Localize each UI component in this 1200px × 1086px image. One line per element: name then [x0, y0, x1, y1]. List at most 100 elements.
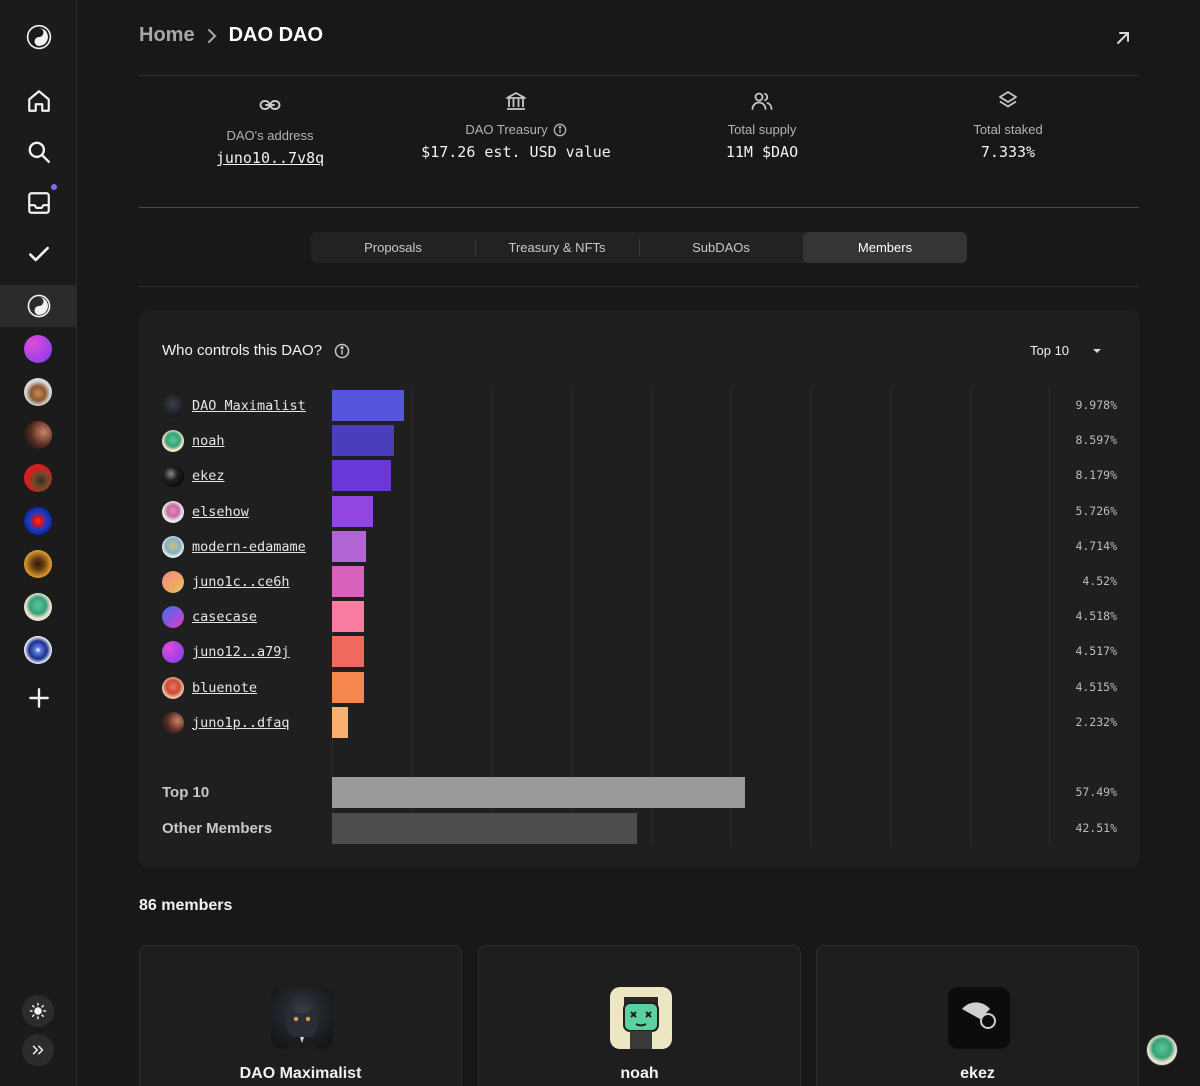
home-icon[interactable] [0, 80, 77, 122]
treasury-label: DAO Treasury [465, 122, 548, 137]
member-name-link[interactable]: elsehow [192, 504, 249, 520]
chart-percent-label: 4.517% [1075, 644, 1117, 659]
member-card[interactable]: ekez [816, 945, 1139, 1086]
chevron-right-icon [205, 27, 219, 45]
chart-member-row[interactable]: casecase [162, 606, 257, 629]
chart-member-row[interactable]: DAO Maximalist [162, 395, 306, 417]
dao-avatar-planet[interactable] [24, 421, 52, 449]
chart-bar [332, 530, 366, 562]
chart-percent-label: 4.52% [1082, 574, 1117, 588]
yin-yang-logo-icon[interactable] [0, 16, 77, 58]
member-name-link[interactable]: ekez [192, 468, 225, 484]
chart-member-row[interactable]: modern-edamame [162, 535, 306, 558]
staked-value: 7.333% [980, 143, 1036, 161]
chart-member-row[interactable]: noah [162, 430, 225, 453]
chart-member-row[interactable]: elsehow [162, 500, 249, 523]
dao-dao-nav-icon[interactable] [0, 285, 77, 327]
stat-label: Total staked [973, 122, 1043, 137]
dao-avatar-dog[interactable] [24, 378, 52, 406]
dao-avatar-blue-fish[interactable] [24, 507, 52, 535]
inbox-icon[interactable] [0, 182, 77, 224]
member-avatar-cat [271, 987, 333, 1049]
dao-avatar-compass[interactable] [24, 636, 52, 664]
member-name-link[interactable]: DAO Maximalist [192, 398, 306, 414]
divider [139, 75, 1139, 76]
tab-members[interactable]: Members [803, 232, 967, 263]
sidebar [0, 0, 77, 1086]
plus-icon[interactable] [0, 677, 77, 719]
bank-icon [393, 88, 639, 114]
card-title: Who controls this DAO? [162, 342, 350, 359]
chart-member-row[interactable]: ekez [162, 465, 225, 488]
sun-icon[interactable] [22, 995, 54, 1027]
member-card[interactable]: noah [478, 945, 801, 1086]
chart-percent-label: 4.515% [1075, 679, 1117, 694]
divider [139, 207, 1139, 208]
member-name-link[interactable]: juno1p..dfaq [192, 715, 290, 731]
chart-bar [332, 460, 391, 492]
link-icon [147, 92, 393, 118]
chart-percent-label: 4.518% [1075, 609, 1117, 624]
member-avatar [162, 571, 184, 593]
chart-percent-label: 9.978% [1075, 398, 1117, 412]
chart-bar [332, 671, 365, 703]
summary-bar [332, 812, 638, 844]
grid-line [970, 388, 971, 845]
chart-member-row[interactable]: juno1c..ce6h [162, 571, 290, 593]
chart-member-row[interactable]: juno1p..dfaq [162, 711, 290, 734]
info-icon[interactable] [553, 123, 567, 137]
chart-bar [332, 390, 404, 421]
external-link-icon[interactable] [1112, 27, 1134, 49]
grid-line [810, 388, 811, 845]
summary-label: Top 10 [162, 784, 210, 801]
chart-bar [332, 706, 349, 738]
member-avatar-noah [610, 987, 672, 1049]
tab-subdaos[interactable]: SubDAOs [639, 232, 803, 263]
dao-address-link[interactable]: juno10..7v8q [147, 149, 393, 167]
member-name-link[interactable]: juno12..a79j [192, 644, 290, 660]
layers-icon [885, 88, 1131, 114]
chart-member-row[interactable]: juno12..a79j [162, 641, 290, 664]
grid-line [890, 388, 891, 845]
dao-avatar-gold[interactable] [24, 550, 52, 578]
breadcrumb-current: DAO DAO [228, 24, 324, 46]
summary-bar [332, 777, 745, 808]
top-n-dropdown[interactable]: Top 10 [1030, 343, 1103, 358]
chart-percent-label: 8.179% [1075, 468, 1117, 483]
member-avatar [162, 606, 184, 629]
dao-avatar-purple[interactable] [24, 335, 52, 363]
member-card[interactable]: DAO Maximalist [139, 945, 462, 1086]
member-name-link[interactable]: juno1c..ce6h [192, 574, 290, 590]
breadcrumb-home[interactable]: Home [139, 24, 195, 47]
search-icon[interactable] [0, 131, 77, 173]
divider [139, 286, 1139, 287]
member-name-link[interactable]: noah [192, 433, 225, 449]
chart-percent-label: 5.726% [1075, 503, 1117, 518]
member-name: DAO Maximalist [239, 1065, 362, 1082]
chart-member-row[interactable]: bluenote [162, 676, 257, 699]
dropdown-value: Top 10 [1030, 343, 1070, 358]
chart-bar [332, 425, 394, 457]
member-name-link[interactable]: casecase [192, 609, 257, 625]
caret-down-icon [1093, 348, 1102, 353]
stat-total-staked: Total staked 7.333% [885, 91, 1131, 161]
chart-bar [332, 495, 374, 527]
member-avatar [162, 641, 184, 664]
dao-avatar-green-face[interactable] [24, 593, 52, 621]
check-icon[interactable] [0, 233, 77, 275]
grid-line [1049, 388, 1050, 845]
member-name: noah [620, 1065, 659, 1082]
tab-proposals[interactable]: Proposals [311, 232, 475, 263]
member-name-link[interactable]: modern-edamame [192, 539, 306, 555]
tab-treasury-nfts[interactable]: Treasury & NFTs [475, 232, 639, 263]
profile-avatar[interactable] [1146, 1034, 1178, 1066]
treasury-value: $17.26 est. USD value [421, 143, 611, 161]
expand-sidebar-icon[interactable] [22, 1034, 54, 1066]
info-icon[interactable] [334, 343, 350, 359]
summary-percent-label: 57.49% [1075, 785, 1117, 799]
member-avatar [162, 500, 184, 523]
member-avatar [162, 676, 184, 699]
stat-label: DAO Treasury [393, 122, 639, 137]
dao-avatar-red[interactable] [24, 464, 52, 492]
member-name-link[interactable]: bluenote [192, 680, 257, 696]
